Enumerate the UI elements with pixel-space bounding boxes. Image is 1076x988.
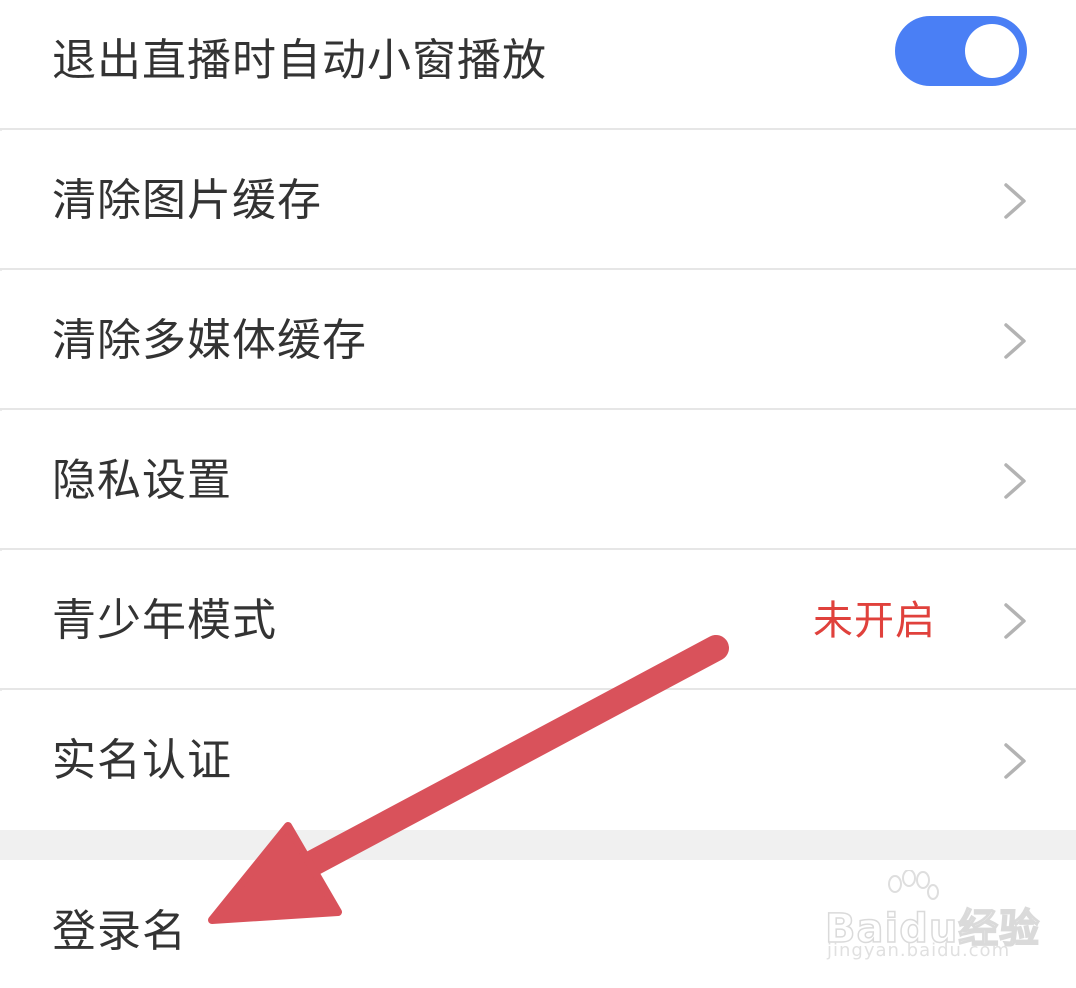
setting-label: 隐私设置: [52, 454, 232, 506]
setting-label: 退出直播时自动小窗播放: [52, 34, 547, 86]
setting-row-clear-image-cache[interactable]: 清除图片缓存: [0, 131, 1076, 270]
row-divider: [0, 128, 1076, 130]
setting-row-clear-media-cache[interactable]: 清除多媒体缓存: [0, 271, 1076, 410]
watermark-url: jingyan.baidu.com: [827, 940, 1011, 961]
setting-row-privacy[interactable]: 隐私设置: [0, 411, 1076, 550]
chevron-right-icon: [1004, 462, 1026, 499]
setting-row-auto-mini-window[interactable]: 退出直播时自动小窗播放: [0, 0, 1076, 130]
auto-mini-window-toggle[interactable]: [895, 16, 1027, 86]
chevron-right-icon: [1004, 742, 1026, 779]
setting-label: 清除多媒体缓存: [52, 314, 367, 366]
baidu-jingyan-watermark: Baidu经验 jingyan.baidu.com: [824, 868, 1040, 968]
setting-row-teen-mode[interactable]: 青少年模式 未开启: [0, 551, 1076, 690]
toggle-knob: [965, 24, 1019, 78]
row-divider: [0, 688, 1076, 690]
setting-label: 实名认证: [52, 734, 232, 786]
row-divider: [0, 408, 1076, 410]
setting-label: 青少年模式: [52, 594, 277, 646]
setting-label: 清除图片缓存: [52, 174, 322, 226]
row-divider: [0, 548, 1076, 550]
teen-mode-status: 未开启: [813, 597, 936, 644]
setting-label: 登录名: [52, 906, 187, 957]
section-gap: [0, 830, 1076, 860]
chevron-right-icon: [1004, 182, 1026, 219]
setting-row-real-name-auth[interactable]: 实名认证: [0, 691, 1076, 830]
chevron-right-icon: [1004, 322, 1026, 359]
row-divider: [0, 268, 1076, 270]
chevron-right-icon: [1004, 602, 1026, 639]
